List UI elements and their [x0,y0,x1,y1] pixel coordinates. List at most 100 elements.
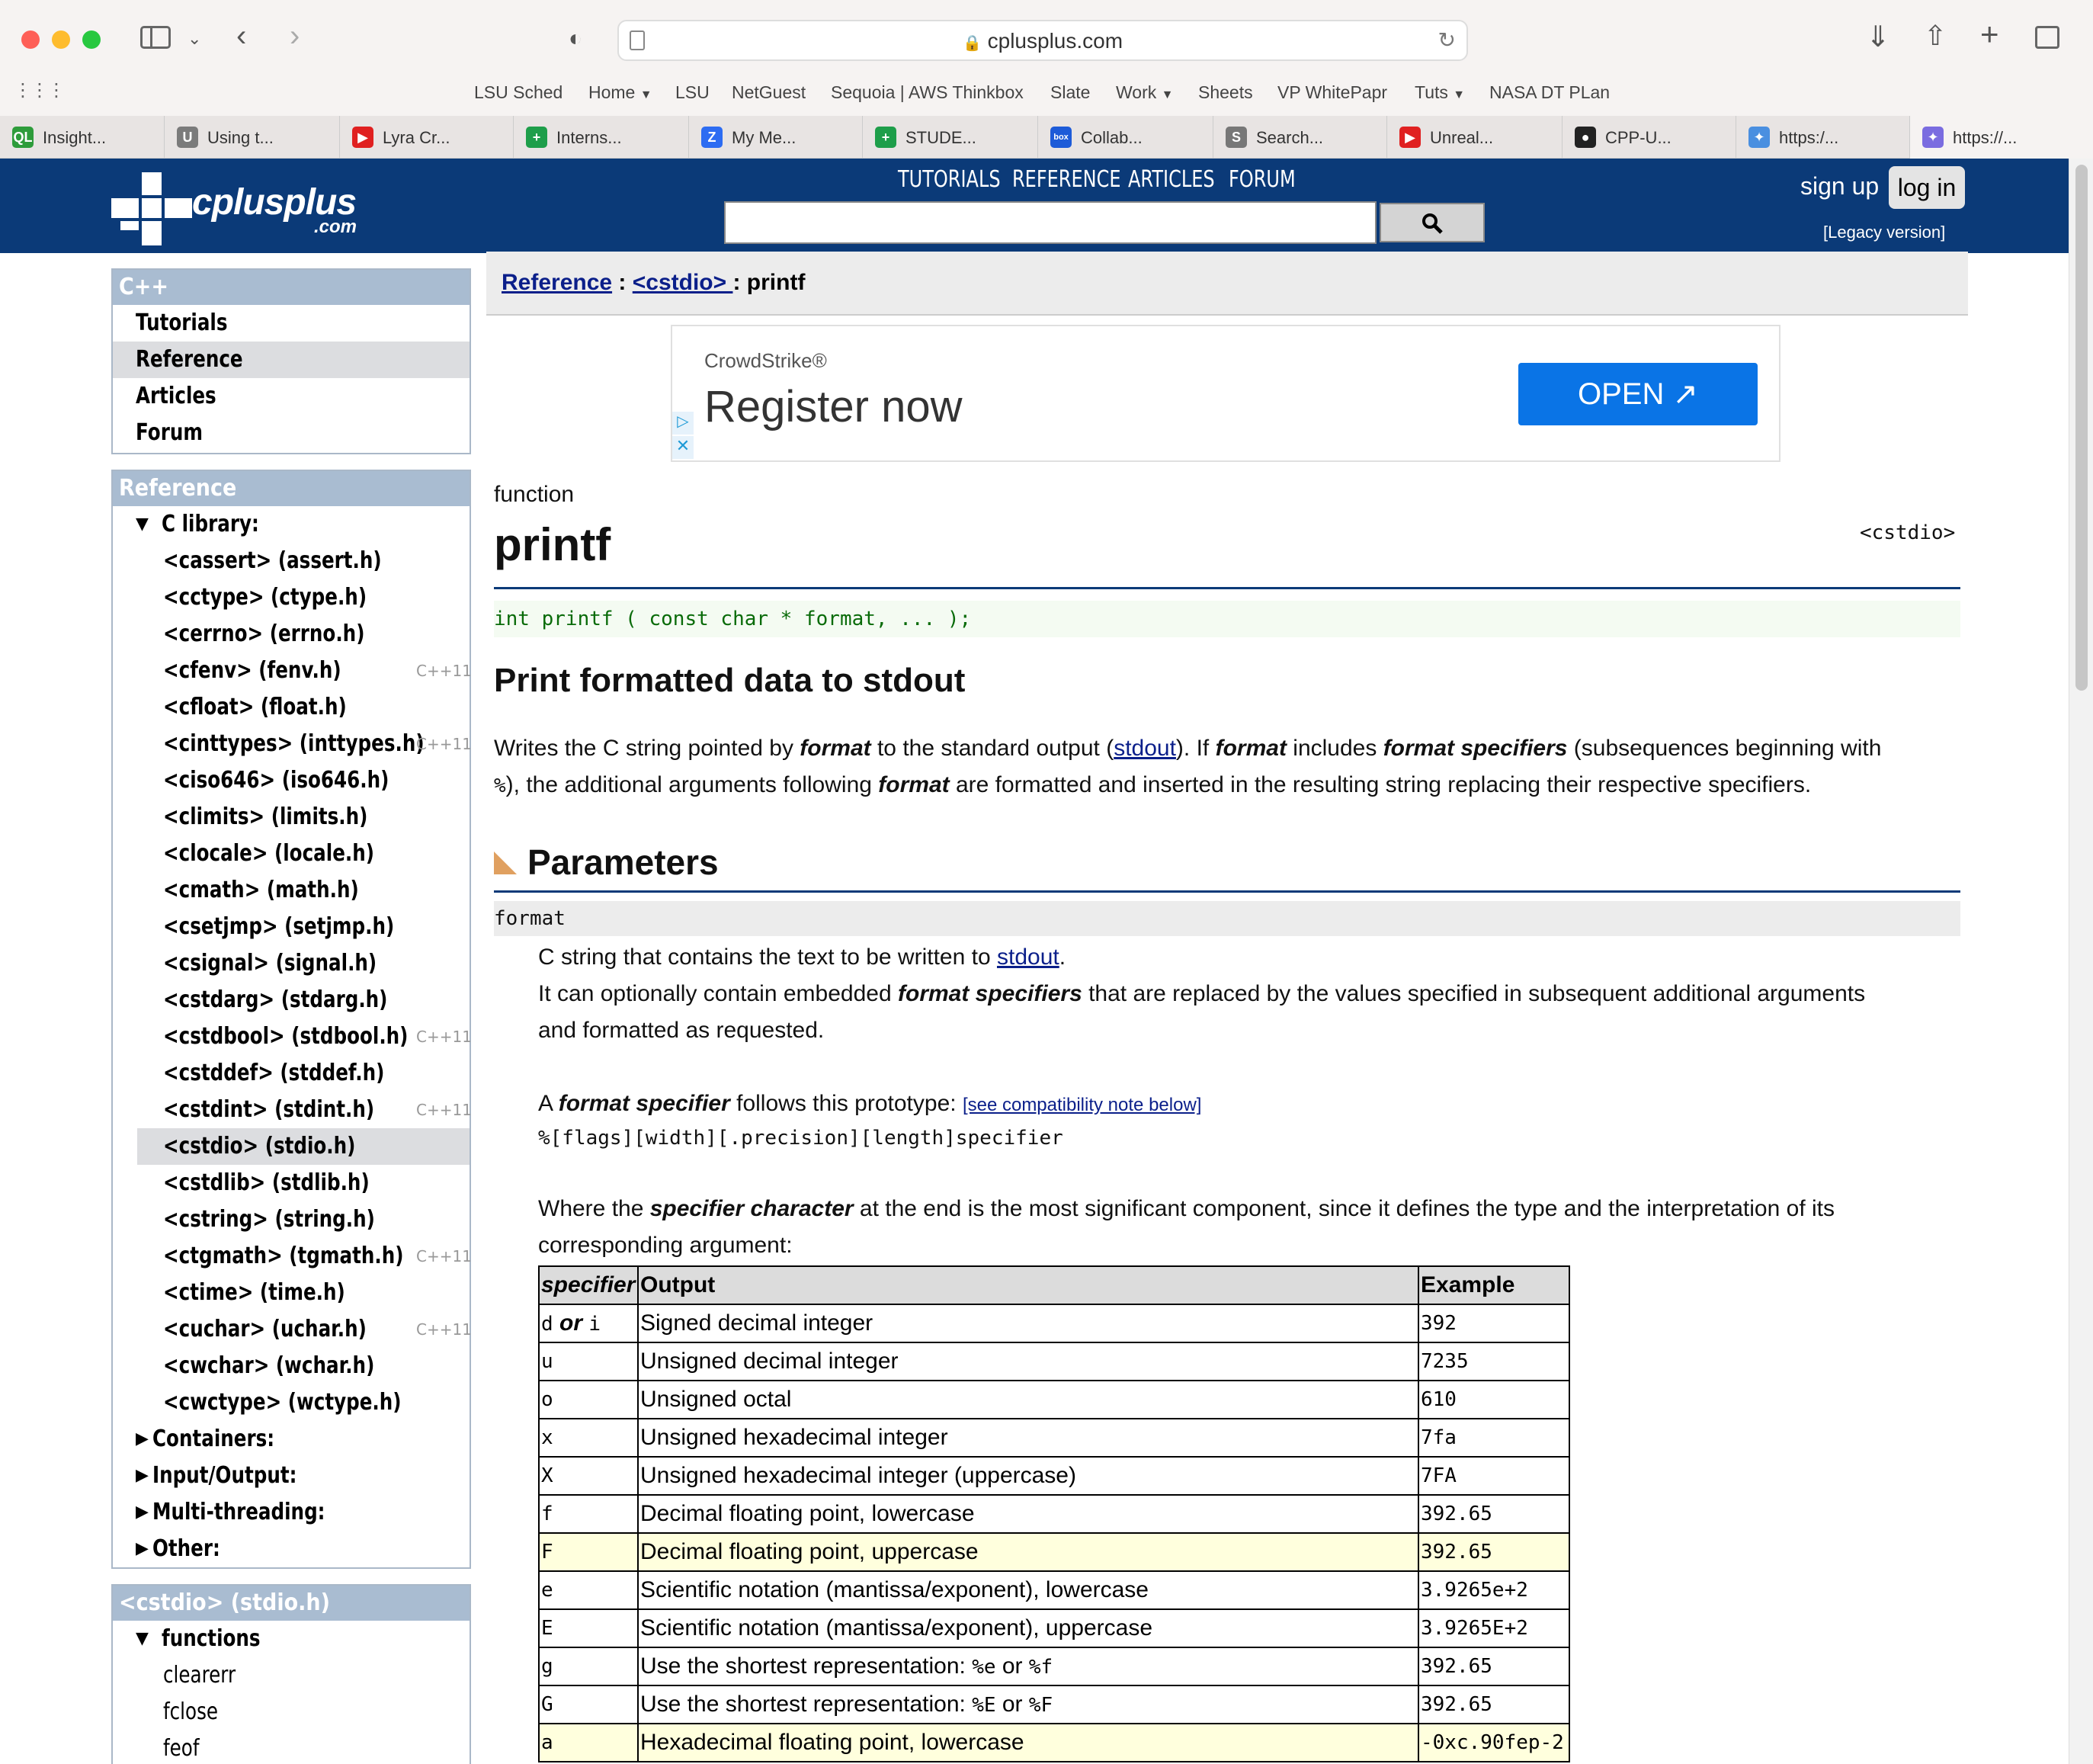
fav-vp-whitepapr[interactable]: VP WhitePapr [1277,82,1387,103]
fav-work[interactable]: Work ▼ [1116,82,1173,103]
sidebar-header-item[interactable]: <cfenv> (fenv.h) C++11 [113,653,472,689]
sidebar-header-item[interactable]: <cstdio> (stdio.h) [137,1128,470,1165]
search-button[interactable] [1380,203,1485,242]
breadcrumb-cstdio-link[interactable]: <cstdio> [633,270,733,295]
sidebar-header-item[interactable]: <cwctype> (wctype.h) [113,1384,470,1421]
browser-tab[interactable]: box Collab... [1038,116,1213,159]
sidebar-header-item[interactable]: <cstdarg> (stdarg.h) [113,982,470,1018]
scrollbar[interactable] [2069,159,2093,1764]
fav-home[interactable]: Home ▼ [588,82,652,103]
forward-icon[interactable]: › [290,21,300,51]
sidebar-header-item[interactable]: <clocale> (locale.h) [113,835,470,872]
browser-tab[interactable]: + STUDE... [863,116,1038,159]
search-input[interactable] [724,201,1377,244]
sidebar-header-item[interactable]: <ctgmath> (tgmath.h) C++11 [113,1238,472,1275]
tab-title: Insight... [43,128,107,147]
browser-tab[interactable]: S Search... [1213,116,1387,159]
sidebar-header-item[interactable]: <cmath> (math.h) [113,872,470,909]
legacy-version-link[interactable]: [Legacy version] [1823,223,1945,242]
compatibility-note-link[interactable]: [see compatibility note below] [963,1095,1202,1115]
sidebar-header-item[interactable]: <cstring> (string.h) [113,1201,470,1238]
browser-tab[interactable]: + Interns... [514,116,689,159]
sidebar-header-item[interactable]: <cstdbool> (stdbool.h) C++11 [113,1018,472,1055]
close-window-button[interactable] [21,30,40,49]
sidebar-header-item[interactable]: <cstdlib> (stdlib.h) [113,1165,470,1201]
sidebar-header-item[interactable]: <ciso646> (iso646.h) [113,762,470,799]
browser-tab[interactable]: QL Insight... [0,116,165,159]
fav-sequoia[interactable]: Sequoia | AWS Thinkbox [831,82,1024,103]
example-cell: 7FA [1418,1456,1570,1496]
download-icon[interactable]: ⇓ [1866,23,1890,52]
sidebar-header-item[interactable]: <cuchar> (uchar.h) C++11 [113,1311,472,1348]
address-bar[interactable]: 🔒 cplusplus.com ↻ [617,20,1468,61]
sidebar-group-item[interactable]: ▶ Input/Output: [113,1458,470,1494]
sidebar-function-item[interactable]: fclose [113,1694,470,1730]
sidebar-header-item[interactable]: <cinttypes> (inttypes.h) C++11 [113,726,472,762]
advertisement-banner[interactable]: CrowdStrike® Register now OPEN ↗ ▷ ✕ [671,325,1780,462]
grid-icon[interactable]: ⋮⋮⋮ [14,79,66,101]
sidebar-toggle-icon[interactable] [140,26,171,49]
sidebar-header-item[interactable]: <csignal> (signal.h) [113,945,470,982]
close-ad-icon[interactable]: ✕ [672,436,694,459]
nav-articles[interactable]: ARTICLES [1128,166,1215,193]
zoom-window-button[interactable] [82,30,101,49]
fav-tuts[interactable]: Tuts ▼ [1415,82,1465,103]
fav-slate[interactable]: Slate [1050,82,1090,103]
tab-favicon-icon: ▶ [352,127,373,148]
sidebar-function-item[interactable]: clearerr [113,1657,470,1694]
ad-open-button[interactable]: OPEN ↗ [1518,363,1758,425]
scrollbar-thumb[interactable] [2075,165,2088,691]
sidebar-item-forum[interactable]: Forum [113,415,470,451]
log-in-button[interactable]: log in [1889,166,1965,209]
sidebar-item-tutorials[interactable]: Tutorials [113,305,470,342]
browser-tab[interactable]: ✦ https:/... [1736,116,1910,159]
sidebar-group-item[interactable]: ▶ Containers: [113,1421,470,1458]
sidebar-header-item[interactable]: <cctype> (ctype.h) [113,579,470,616]
minimize-window-button[interactable] [52,30,70,49]
sidebar-header-item[interactable]: <cwchar> (wchar.h) [113,1348,470,1384]
example-cell: 7235 [1418,1342,1570,1381]
browser-tab[interactable]: ✦ https://... [1910,116,2093,159]
chevron-down-icon[interactable]: ⌄ [188,26,201,52]
sidebar-item-articles[interactable]: Articles [113,378,470,415]
sidebar-c-library[interactable]: ▼ C library: [113,506,470,543]
browser-tab[interactable]: Z My Me... [689,116,863,159]
sidebar-functions[interactable]: ▼ functions [113,1621,470,1657]
nav-forum[interactable]: FORUM [1229,166,1296,193]
new-tab-icon[interactable]: + [1980,18,1999,50]
sidebar-header-item[interactable]: <cstddef> (stddef.h) [113,1055,470,1092]
sidebar-header-item[interactable]: <cstdint> (stdint.h) C++11 [113,1092,472,1128]
back-icon[interactable]: ‹ [236,21,246,51]
sidebar-header-item[interactable]: <csetjmp> (setjmp.h) [113,909,470,945]
fav-netguest[interactable]: NetGuest [732,82,806,103]
sidebar-function-item[interactable]: feof [113,1730,470,1764]
browser-tab[interactable]: U Using t... [165,116,340,159]
sidebar-item-reference[interactable]: Reference [113,342,470,378]
stdout-link[interactable]: stdout [1114,736,1176,761]
fav-sheets[interactable]: Sheets [1198,82,1253,103]
browser-tab[interactable]: ● CPP-U... [1563,116,1736,159]
sidebar-header-item[interactable]: <cassert> (assert.h) [113,543,470,579]
reload-icon[interactable]: ↻ [1438,27,1456,53]
sidebar-header-item[interactable]: <ctime> (time.h) [113,1275,470,1311]
nav-reference[interactable]: REFERENCE [1012,166,1121,193]
sidebar-group-item[interactable]: ▶ Multi-threading: [113,1494,470,1531]
nav-tutorials[interactable]: TUTORIALS [898,166,1001,193]
adchoices-icon[interactable]: ▷ [672,412,694,435]
sidebar-group-item[interactable]: ▶ Other: [113,1531,470,1567]
sidebar-header-item[interactable]: <cerrno> (errno.h) [113,616,470,653]
share-icon[interactable]: ⇧ [1924,22,1947,50]
browser-tab[interactable]: ▶ Unreal... [1387,116,1563,159]
breadcrumb-reference-link[interactable]: Reference [502,270,612,295]
privacy-shield-icon[interactable]: ◐ [569,26,582,52]
stdout-link[interactable]: stdout [997,945,1059,970]
fav-lsu-sched[interactable]: LSU Sched [474,82,563,103]
fav-nasa[interactable]: NASA DT PLan [1489,82,1610,103]
tab-overview-icon[interactable] [2035,26,2059,49]
sign-up-link[interactable]: sign up [1800,172,1879,200]
sidebar-header-item[interactable]: <climits> (limits.h) [113,799,470,835]
output-cell: Scientific notation (mantissa/exponent),… [636,1608,1420,1648]
browser-tab[interactable]: ▶ Lyra Cr... [340,116,514,159]
fav-lsu[interactable]: LSU [675,82,710,103]
sidebar-header-item[interactable]: <cfloat> (float.h) [113,689,470,726]
